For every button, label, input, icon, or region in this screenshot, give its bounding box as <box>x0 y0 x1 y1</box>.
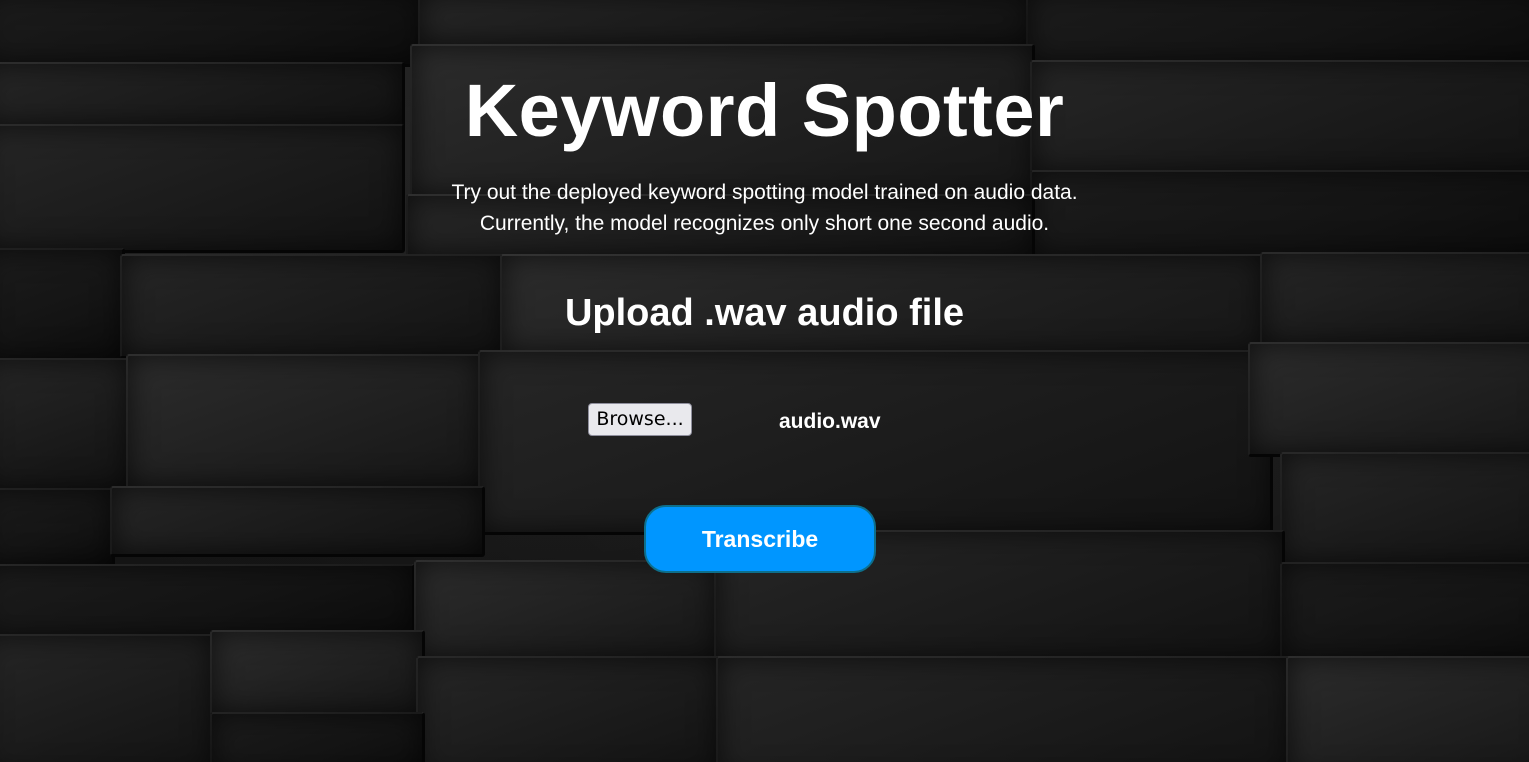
file-input: Browse... audio.wav <box>0 403 1529 437</box>
background-stone <box>0 488 115 569</box>
background-stone <box>416 656 721 762</box>
description-line: Currently, the model recognizes only sho… <box>479 212 1050 235</box>
background-stone <box>716 656 1291 762</box>
description-line: Try out the deployed keyword spotting mo… <box>451 181 1078 204</box>
background-stone <box>210 630 425 717</box>
background-stone <box>210 712 425 762</box>
background-stone <box>1026 0 1529 65</box>
selected-file-name: audio.wav <box>779 410 881 433</box>
background-stone <box>0 564 415 639</box>
background-stone <box>414 560 719 661</box>
background-stone <box>110 486 485 557</box>
background-stone <box>478 350 1273 535</box>
page-title: Keyword Spotter <box>464 69 1065 152</box>
browse-button[interactable]: Browse... <box>588 403 692 436</box>
background-stone <box>0 0 425 67</box>
page-description: Try out the deployed keyword spotting mo… <box>0 177 1529 239</box>
background-stone <box>0 634 215 762</box>
background-stone <box>1280 452 1529 567</box>
background-stone <box>1286 656 1529 762</box>
background-stone <box>418 0 1033 47</box>
background-stone <box>1248 342 1529 457</box>
upload-heading: Upload .wav audio file <box>564 292 965 334</box>
background-stone <box>1280 562 1529 661</box>
transcribe-button[interactable]: Transcribe <box>644 505 876 573</box>
